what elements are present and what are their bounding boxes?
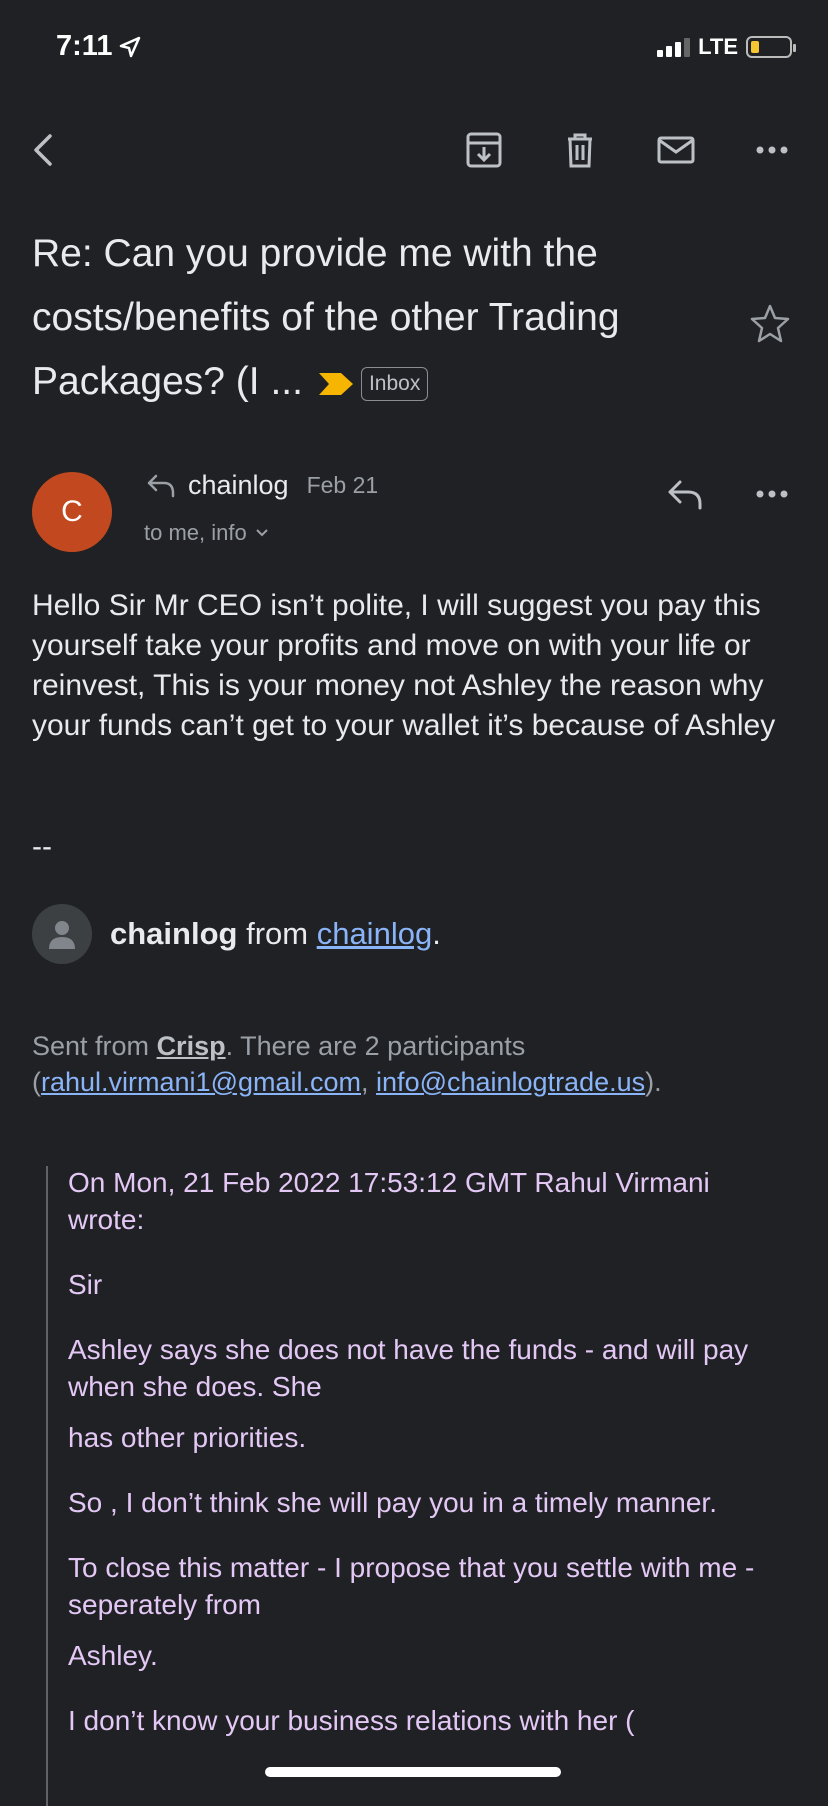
status-indicators: LTE	[657, 34, 796, 60]
email-subject: Re: Can you provide me with the costs/be…	[32, 232, 620, 403]
from-name: chainlog	[110, 916, 238, 951]
more-horizontal-icon[interactable]	[752, 130, 792, 170]
chainlog-link[interactable]: chainlog	[317, 916, 432, 951]
quote-line: Sir	[68, 1269, 103, 1300]
sender-name[interactable]: chainlog	[188, 470, 289, 501]
reply-icon[interactable]	[664, 474, 704, 514]
quote-line: I don’t know your business relations wit…	[68, 1705, 635, 1736]
quote-line: Ashley.	[68, 1640, 158, 1671]
star-icon[interactable]	[748, 302, 792, 346]
sender-date: Feb 21	[306, 472, 379, 498]
sent-from-note: Sent from Crisp. There are 2 participant…	[32, 1031, 662, 1097]
quote-line: To close this matter - I propose that yo…	[68, 1552, 755, 1620]
email-body: Hello Sir Mr CEO isn’t polite, I will su…	[32, 589, 776, 742]
quoted-message: On Mon, 21 Feb 2022 17:53:12 GMT Rahul V…	[68, 1164, 768, 1739]
message-more-icon[interactable]	[752, 474, 792, 514]
signature-separator: --	[32, 830, 52, 863]
recipients-toggle[interactable]: to me, info	[144, 520, 269, 546]
email-link-rahul[interactable]: rahul.virmani1@gmail.com	[41, 1067, 361, 1097]
back-arrow-icon[interactable]	[24, 130, 64, 170]
quote-bar	[46, 1166, 48, 1806]
battery-icon	[746, 36, 796, 58]
network-label: LTE	[698, 34, 738, 59]
from-line: chainlog from chainlog.	[32, 904, 441, 964]
status-time: 7:11	[56, 30, 142, 63]
from-word: from	[246, 916, 309, 951]
home-indicator[interactable]	[265, 1767, 561, 1777]
quote-line: has other priorities.	[68, 1422, 307, 1453]
signal-icon	[657, 37, 691, 57]
label-chip[interactable]: Inbox	[360, 366, 429, 401]
crisp-link[interactable]: Crisp	[157, 1031, 226, 1061]
replied-icon	[147, 474, 175, 497]
quote-line: Ashley says she does not have the funds …	[68, 1334, 749, 1402]
mail-icon[interactable]	[656, 130, 696, 170]
importance-marker-icon[interactable]	[318, 372, 353, 395]
recipients-text: to me, info	[144, 520, 247, 545]
person-avatar-icon	[32, 904, 92, 964]
sender-line: chainlog Feb 21	[146, 470, 378, 501]
quote-line: So , I don’t think she will pay you in a…	[68, 1487, 717, 1518]
archive-icon[interactable]	[464, 130, 504, 170]
quote-header: On Mon, 21 Feb 2022 17:53:12 GMT Rahul V…	[68, 1167, 710, 1235]
trash-icon[interactable]	[560, 130, 600, 170]
chevron-down-icon	[256, 529, 268, 537]
sender-avatar[interactable]: C	[32, 472, 112, 552]
location-arrow-icon	[120, 36, 141, 57]
from-end: .	[432, 916, 441, 951]
email-link-info[interactable]: info@chainlogtrade.us	[376, 1067, 645, 1097]
